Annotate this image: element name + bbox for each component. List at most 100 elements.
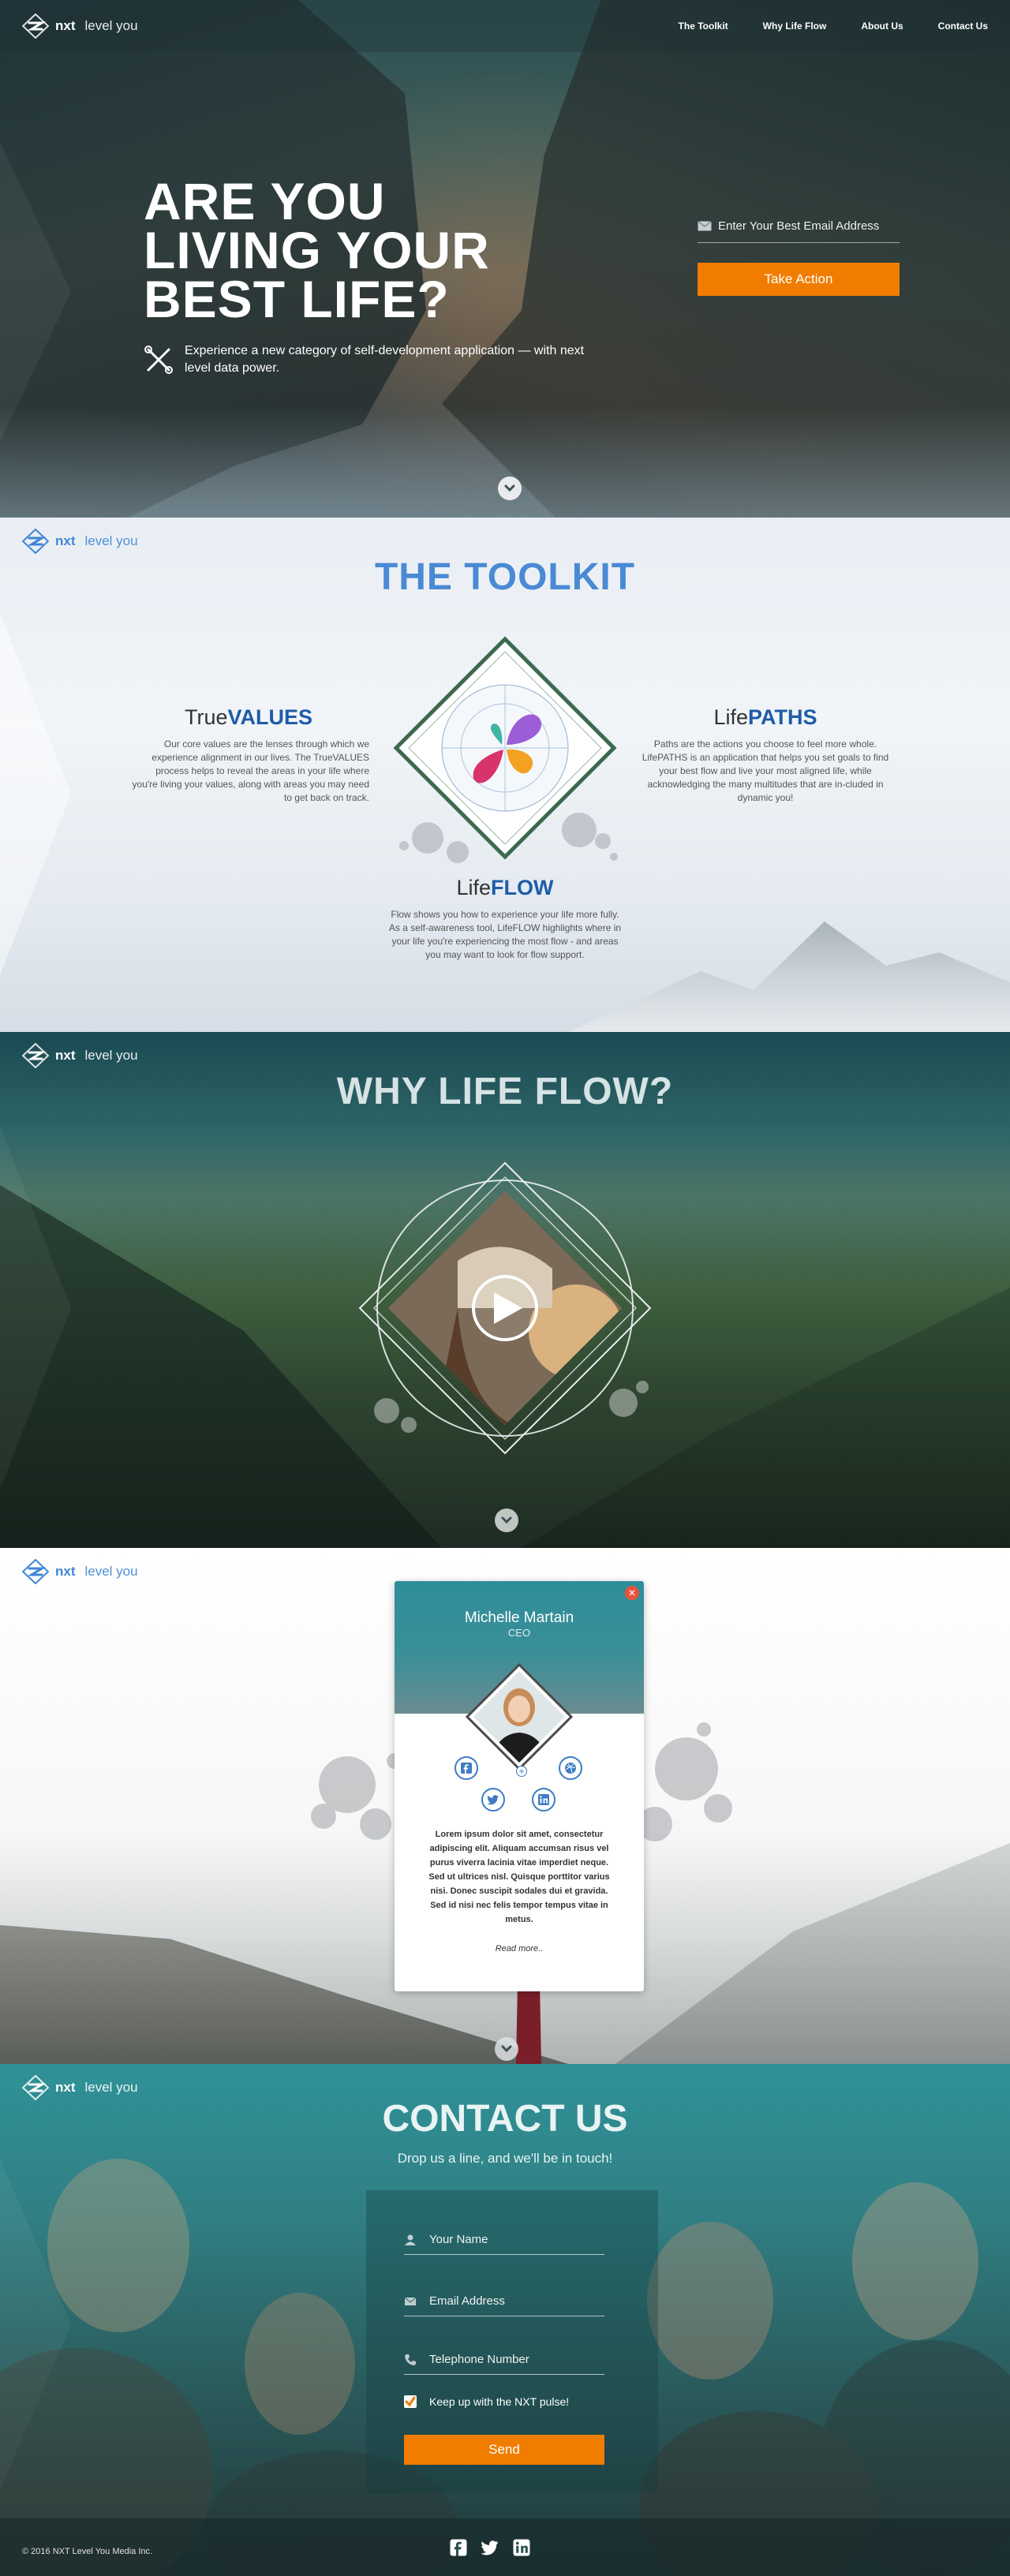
nav-item-why-life-flow[interactable]: Why Life Flow xyxy=(763,21,827,32)
logo-rest-text: level you xyxy=(84,18,138,33)
chevron-down-icon xyxy=(501,2045,512,2053)
lifepaths-heading-bold: PATHS xyxy=(748,705,817,729)
contact-subtitle: Drop us a line, and we'll be in touch! xyxy=(397,2151,613,2166)
lifeflow-block: LifeFLOW Flow shows you how to experienc… xyxy=(387,876,623,962)
section-logo[interactable]: nxt level you xyxy=(22,529,138,554)
member-name: Michelle Martain xyxy=(464,1610,574,1626)
hero-title-line-1: ARE YOU xyxy=(144,172,386,230)
lifeflow-text: Flow shows you how to experience your li… xyxy=(388,909,622,960)
toolkit-section: nxt level you THE TOOLKIT TrueVALUES Our … xyxy=(0,518,1010,1032)
read-more-link[interactable]: Read more.. xyxy=(395,1944,644,1953)
hero-subtitle-row: Experience a new category of self-develo… xyxy=(144,342,595,377)
member-bio: Lorem ipsum dolor sit amet, consectetur … xyxy=(428,1830,610,1924)
section-logo[interactable]: nxt level you xyxy=(22,1043,138,1068)
facebook-button[interactable] xyxy=(454,1756,478,1780)
member-role: CEO xyxy=(507,1627,531,1639)
chevron-down-icon xyxy=(504,484,515,492)
lifeflow-heading: LifeFLOW xyxy=(387,876,623,900)
team-section: nxt level you Michelle Martain CEO ✕ + L… xyxy=(0,1548,1010,2064)
tools-icon xyxy=(144,346,173,374)
logo-rest-text: level you xyxy=(84,1048,138,1063)
logo-nxt-text: nxt xyxy=(55,1048,76,1063)
play-button[interactable] xyxy=(472,1275,538,1341)
email-field xyxy=(404,2294,604,2316)
truevalues-heading: TrueVALUES xyxy=(128,705,369,730)
video-emblem xyxy=(358,1161,652,1455)
phone-field xyxy=(404,2353,604,2375)
lifepaths-heading: LifePATHS xyxy=(641,705,890,730)
hero-subtitle: Experience a new category of self-develo… xyxy=(185,344,585,375)
twitter-icon xyxy=(487,1795,499,1805)
phone-icon xyxy=(405,2354,416,2365)
lifepaths-block: LifePATHS Paths are the actions you choo… xyxy=(641,705,890,805)
logo-rest-text: level you xyxy=(84,1564,138,1579)
copyright-text: © 2016 NXT Level You Media Inc. xyxy=(22,2547,153,2556)
check-icon xyxy=(405,2396,416,2407)
twitter-icon xyxy=(481,2540,499,2555)
facebook-icon xyxy=(450,2539,467,2556)
phone-input[interactable] xyxy=(429,2353,595,2366)
section-logo[interactable]: nxt level you xyxy=(22,1559,138,1584)
footer-linkedin-button[interactable] xyxy=(511,2537,532,2558)
logo-mark-icon xyxy=(22,1559,49,1584)
contact-title: CONTACT US xyxy=(382,2098,628,2140)
avatar xyxy=(466,1663,573,1770)
mist-bg xyxy=(0,407,1010,518)
lifeflow-heading-pre: Life xyxy=(456,876,492,899)
contact-section: nxt level you CONTACT US Drop us a line, … xyxy=(0,2064,1010,2576)
logo-nxt-text: nxt xyxy=(55,2080,76,2095)
truevalues-heading-bold: VALUES xyxy=(227,705,313,729)
chevron-down-icon xyxy=(501,1516,512,1524)
nav-item-toolkit[interactable]: The Toolkit xyxy=(679,21,728,32)
snow-mountain-bg xyxy=(568,922,1010,1032)
truevalues-block: TrueVALUES Our core values are the lense… xyxy=(128,705,369,805)
scroll-down-button[interactable] xyxy=(498,477,522,500)
truevalues-heading-pre: True xyxy=(184,705,228,729)
dribbble-button[interactable] xyxy=(559,1756,582,1780)
name-field xyxy=(404,2233,604,2255)
footer-social-icons xyxy=(448,2537,532,2558)
main-nav: The Toolkit Why Life Flow About Us Conta… xyxy=(679,0,1010,52)
toolkit-emblem xyxy=(393,636,618,863)
newsletter-label: Keep up with the NXT pulse! xyxy=(429,2395,570,2408)
footer-facebook-button[interactable] xyxy=(448,2537,469,2558)
nav-item-about-us[interactable]: About Us xyxy=(861,21,903,32)
linkedin-icon xyxy=(538,1794,549,1805)
send-button[interactable]: Send xyxy=(404,2435,604,2465)
hero-email-input[interactable] xyxy=(718,219,900,233)
facebook-icon xyxy=(461,1763,472,1774)
team-member-card: Michelle Martain CEO ✕ + Lorem ipsum dol… xyxy=(395,1581,644,1991)
toolkit-title: THE TOOLKIT xyxy=(374,556,636,598)
expand-social-plus[interactable]: + xyxy=(516,1766,527,1777)
nav-item-contact-us[interactable]: Contact Us xyxy=(938,21,988,32)
logo-mark-icon xyxy=(22,1043,49,1068)
lifepaths-text: Paths are the actions you choose to feel… xyxy=(642,738,889,803)
logo-rest-text: level you xyxy=(84,2080,138,2095)
logo-mark-icon xyxy=(22,13,49,39)
chevron-decoration xyxy=(0,612,71,975)
logo-nxt-text: nxt xyxy=(55,18,76,33)
lifepaths-heading-pre: Life xyxy=(713,705,749,729)
close-icon[interactable]: ✕ xyxy=(625,1586,639,1600)
logo-mark-icon xyxy=(22,529,49,554)
lifeflow-heading-bold: FLOW xyxy=(491,876,554,899)
hero-title: ARE YOU LIVING YOUR BEST LIFE? xyxy=(144,172,585,325)
scroll-down-button[interactable] xyxy=(495,1509,518,1532)
twitter-button[interactable] xyxy=(481,1788,505,1811)
hero-email-field xyxy=(698,219,900,243)
why-life-flow-section: nxt level you WHY LIFE FLOW? xyxy=(0,1032,1010,1548)
logo-nxt-text: nxt xyxy=(55,533,76,548)
linkedin-button[interactable] xyxy=(532,1788,556,1811)
email-input[interactable] xyxy=(429,2294,595,2308)
envelope-icon xyxy=(404,2297,417,2305)
name-input[interactable] xyxy=(429,2233,595,2246)
newsletter-checkbox[interactable] xyxy=(404,2395,417,2408)
logo[interactable]: nxt level you xyxy=(22,13,138,39)
footer: © 2016 NXT Level You Media Inc. xyxy=(0,2518,1010,2576)
hero-title-line-2: LIVING YOUR xyxy=(144,221,490,279)
scroll-down-button[interactable] xyxy=(495,2037,518,2061)
footer-twitter-button[interactable] xyxy=(480,2537,500,2558)
newsletter-checkbox-row[interactable]: Keep up with the NXT pulse! xyxy=(404,2395,569,2408)
take-action-button[interactable]: Take Action xyxy=(698,263,900,296)
logo-nxt-text: nxt xyxy=(55,1564,76,1579)
